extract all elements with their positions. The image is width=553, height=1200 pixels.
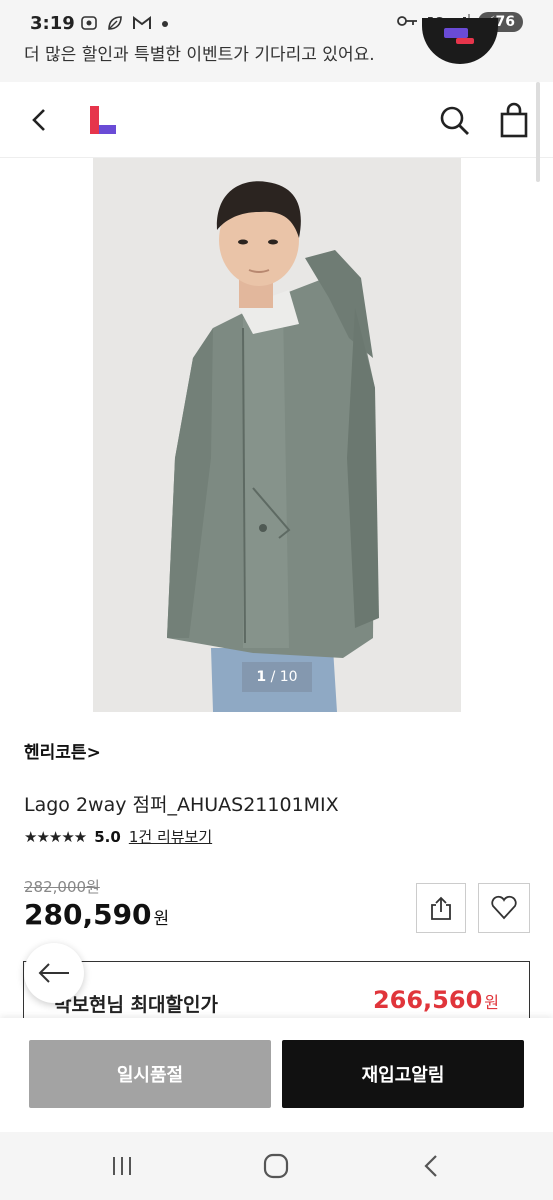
key-icon [396, 14, 419, 31]
soldout-button[interactable]: 일시품절 [29, 1040, 271, 1108]
brand-logo[interactable] [88, 104, 118, 136]
back-chevron-icon [424, 1155, 437, 1177]
status-left-icons [80, 14, 170, 36]
back-button[interactable] [24, 104, 56, 136]
arrow-left-icon [38, 963, 69, 983]
image-separator: / [266, 669, 280, 685]
floating-back-button[interactable] [24, 943, 84, 1003]
sale-price: 280,590 원 [24, 898, 169, 931]
share-icon [431, 896, 451, 920]
restock-alert-button[interactable]: 재입고알림 [282, 1040, 524, 1108]
home-button[interactable] [262, 1152, 290, 1180]
max-discount-unit: 원 [484, 993, 499, 1012]
system-nav-bar [0, 1132, 553, 1200]
chevron-right-icon: > [86, 743, 101, 763]
record-icon [80, 14, 98, 36]
image-total: 10 [279, 669, 298, 685]
gmail-icon [132, 14, 152, 36]
original-price: 282,000원 [24, 878, 100, 896]
star-rating-icon: ★★★★★ [24, 827, 87, 846]
bottom-action-bar: 일시품절 재입고알림 [0, 1018, 553, 1132]
model-jacket-illustration [93, 158, 461, 712]
lotte-logo-icon [90, 106, 116, 134]
max-discount-price: 266,560 원 [373, 986, 499, 1014]
shopping-bag-icon [500, 102, 528, 138]
recent-apps-icon [113, 1157, 131, 1175]
badge-red-mark [456, 38, 474, 44]
review-link[interactable]: 1건 리뷰보기 [129, 826, 212, 847]
battery-level: 76 [495, 14, 515, 30]
badge-purple-mark [444, 28, 468, 38]
brand-name: 헨리코튼 [24, 743, 87, 763]
product-image[interactable] [93, 158, 461, 712]
top-header [0, 82, 553, 158]
home-icon [263, 1153, 289, 1179]
promo-text: 더 많은 할인과 특별한 이벤트가 기다리고 있어요. [24, 45, 375, 65]
leaf-icon [106, 14, 124, 36]
rating-value: 5.0 [94, 827, 121, 846]
recent-apps-button[interactable] [108, 1152, 136, 1180]
share-button[interactable] [416, 883, 466, 933]
max-discount-label: 박보현님 최대할인가 [54, 994, 218, 1016]
sale-price-unit: 원 [153, 909, 170, 929]
search-button[interactable] [438, 104, 472, 138]
search-icon [440, 106, 469, 135]
rating-row: ★★★★★ 5.0 1건 리뷰보기 [24, 826, 212, 847]
scroll-indicator [536, 82, 540, 182]
status-time: 3:19 [30, 13, 75, 34]
system-back-button[interactable] [418, 1152, 446, 1180]
brand-link[interactable]: 헨리코튼> [24, 738, 101, 763]
wishlist-button[interactable] [478, 883, 530, 933]
sale-price-value: 280,590 [24, 898, 152, 931]
product-name: Lago 2way 점퍼_AHUAS21101MIX [24, 794, 339, 816]
shopping-bag-button[interactable] [498, 102, 530, 138]
image-current: 1 [256, 669, 267, 685]
max-discount-value: 266,560 [372, 986, 483, 1014]
chevron-left-icon [32, 109, 45, 131]
dot-icon [160, 14, 170, 36]
heart-icon [491, 895, 517, 920]
image-page-indicator: 1 / 10 [242, 662, 312, 692]
